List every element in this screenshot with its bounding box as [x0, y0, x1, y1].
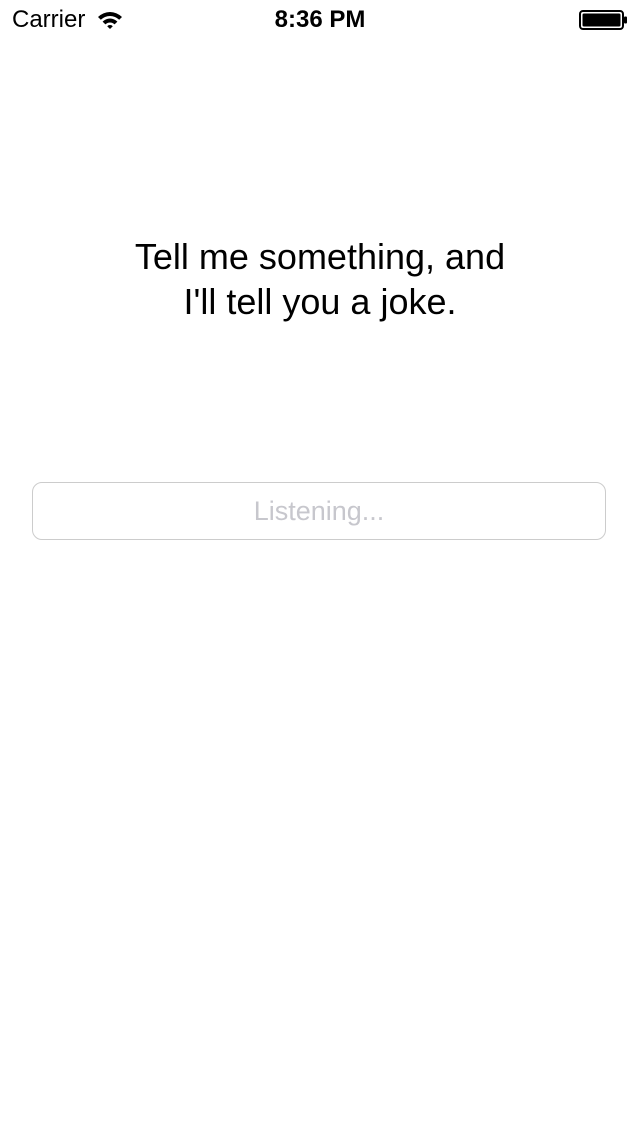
status-time: 8:36 PM: [274, 6, 366, 33]
prompt-line-1: Tell me something, and: [134, 236, 506, 277]
prompt-line-2: I'll tell you a joke.: [183, 281, 457, 322]
status-bar: Carrier 8:36 PM: [0, 0, 640, 40]
battery-icon: [579, 10, 629, 30]
prompt-text: Tell me something, and I'll tell you a j…: [60, 234, 580, 324]
speech-input-field[interactable]: Listening...: [32, 482, 606, 540]
speech-input-placeholder: Listening...: [253, 496, 385, 526]
